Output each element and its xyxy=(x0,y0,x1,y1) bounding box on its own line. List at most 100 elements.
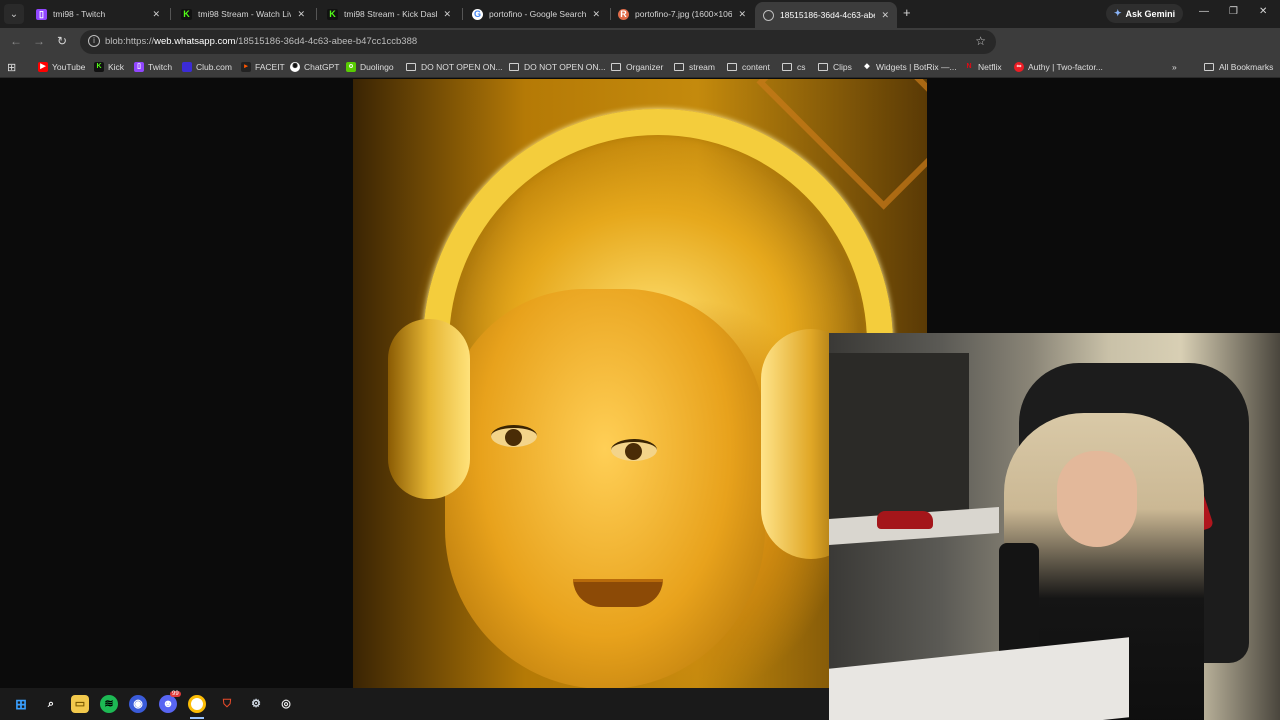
url-text: blob:https://web.whatsapp.com/18515186-3… xyxy=(105,36,417,47)
url-host: web.whatsapp.com xyxy=(154,36,236,47)
google-icon: G xyxy=(472,8,483,20)
browser-toolbar: ← → ↻ i blob:https://web.whatsapp.com/18… xyxy=(0,28,1280,76)
tab-divider xyxy=(462,8,463,20)
webcam-toy-car xyxy=(877,511,933,529)
ask-gemini-button[interactable]: ✦ Ask Gemini xyxy=(1106,4,1184,23)
bookmark-folder-clips[interactable]: Clips xyxy=(818,60,852,74)
address-bar[interactable]: i blob:https://web.whatsapp.com/18515186… xyxy=(80,30,996,54)
close-icon: ✕ xyxy=(1259,6,1268,17)
tab-twitch[interactable]: ▯ tmi98 - Twitch ✕ xyxy=(28,2,168,26)
bookmark-folder-organizer[interactable]: Organizer xyxy=(611,60,663,74)
bookmark-folder-2[interactable]: DO NOT OPEN ON... xyxy=(509,60,606,74)
kick-icon: K xyxy=(327,8,338,20)
back-button[interactable]: ← xyxy=(10,34,22,48)
bookmark-folder-content[interactable]: content xyxy=(727,60,770,74)
tab-title: tmi98 Stream - Watch Live o xyxy=(198,9,292,19)
tab-strip: ⌄ ▯ tmi98 - Twitch ✕ K tmi98 Stream - Wa… xyxy=(0,0,1280,28)
bookmark-folder-1[interactable]: DO NOT OPEN ON... xyxy=(406,60,503,74)
bookmark-label: Authy | Two-factor... xyxy=(1028,62,1103,72)
duolingo-icon: o xyxy=(346,62,356,72)
restore-button[interactable]: ❐ xyxy=(1229,6,1238,17)
tab-divider xyxy=(316,8,317,20)
close-icon[interactable]: ✕ xyxy=(592,9,600,20)
bookmarks-bar: ⊞ ▶ YouTube K Kick ▯ Twitch Club.com ▸ FACEI… xyxy=(0,56,1280,78)
folder-icon xyxy=(1204,63,1214,71)
tab-google-search[interactable]: G portofino - Google Search ✕ xyxy=(464,2,608,26)
tab-image[interactable]: R portofino-7.jpg (1600×1067 ✕ xyxy=(610,2,754,26)
windows-taskbar: ⊞ ⌕ ▭ ≋ ◉ ☻ 99 ⛉ ⚙ ◎ xyxy=(0,688,829,720)
bookmark-faceit[interactable]: ▸ FACEIT xyxy=(241,60,285,74)
mouth xyxy=(573,579,663,607)
twitch-icon: ▯ xyxy=(36,8,47,20)
webcam-shelf xyxy=(829,353,969,533)
close-icon[interactable]: ✕ xyxy=(443,9,451,20)
site-info-icon[interactable]: i xyxy=(88,35,100,47)
bookmark-chatgpt[interactable]: ✺ ChatGPT xyxy=(290,60,339,74)
tab-search-button[interactable]: ⌄ xyxy=(4,4,24,24)
chevron-down-icon: ⌄ xyxy=(9,8,19,20)
face xyxy=(445,289,765,688)
minimize-button[interactable]: — xyxy=(1199,6,1209,17)
url-prefix: blob:https:// xyxy=(105,36,155,47)
bookmark-label: Duolingo xyxy=(360,62,394,72)
app-icon[interactable]: ◉ xyxy=(129,695,147,713)
bookmarks-overflow-button[interactable]: » xyxy=(1172,60,1177,74)
bookmark-label: ChatGPT xyxy=(304,62,340,72)
file-explorer-icon[interactable]: ▭ xyxy=(71,695,89,713)
bookmark-youtube[interactable]: ▶ YouTube xyxy=(38,60,85,74)
windows-start-icon[interactable]: ⊞ xyxy=(12,695,30,713)
botrix-icon: ◆ xyxy=(864,63,870,70)
bookmark-botrix[interactable]: ◆ Widgets | BotRix —... xyxy=(862,60,956,74)
close-icon[interactable]: ✕ xyxy=(152,9,160,20)
bookmark-label: Clips xyxy=(833,62,852,72)
discord-icon[interactable]: ☻ xyxy=(159,695,177,713)
bookmark-label: DO NOT OPEN ON... xyxy=(421,62,503,72)
left-eye xyxy=(491,425,537,447)
spotify-icon[interactable]: ≋ xyxy=(100,695,118,713)
tab-title: portofino-7.jpg (1600×1067 xyxy=(635,9,733,19)
reload-button[interactable]: ↻ xyxy=(57,34,67,48)
bookmark-duolingo[interactable]: o Duolingo xyxy=(346,60,394,74)
bookmark-netflix[interactable]: N Netflix xyxy=(964,60,1002,74)
bookmark-kick[interactable]: K Kick xyxy=(94,60,124,74)
bookmark-twitch[interactable]: ▯ Twitch xyxy=(134,60,172,74)
kick-icon: K xyxy=(94,62,104,72)
bookmark-label: Netflix xyxy=(978,62,1002,72)
steam-icon[interactable]: ⚙ xyxy=(247,695,265,713)
folder-icon xyxy=(611,63,621,71)
tab-kick-watch[interactable]: K tmi98 Stream - Watch Live o ✕ xyxy=(173,2,313,26)
tab-kick-dashboard[interactable]: K tmi98 Stream - Kick Dashbo ✕ xyxy=(319,2,459,26)
authy-icon: ∞ xyxy=(1014,62,1024,72)
gemini-sparkle-icon: ✦ xyxy=(1114,8,1122,18)
close-icon[interactable]: ✕ xyxy=(738,9,746,20)
restore-icon: ❐ xyxy=(1229,6,1238,17)
close-icon[interactable]: ✕ xyxy=(297,9,305,20)
close-icon[interactable]: ✕ xyxy=(881,10,889,21)
bookmark-folder-stream[interactable]: stream xyxy=(674,60,715,74)
brave-icon[interactable]: ⛉ xyxy=(218,695,236,713)
close-window-button[interactable]: ✕ xyxy=(1259,6,1267,17)
bookmark-label: DO NOT OPEN ON... xyxy=(524,62,606,72)
minimize-icon: — xyxy=(1199,6,1209,17)
url-path: /18515186-36d4-4c63-abee-b47cc1ccb388 xyxy=(235,36,418,47)
apps-grid-icon[interactable]: ⊞ xyxy=(7,60,16,74)
headphones-left-cup xyxy=(388,319,470,499)
chrome-icon[interactable] xyxy=(188,695,206,713)
bookmark-star-icon[interactable]: ☆ xyxy=(975,34,986,48)
bookmark-club[interactable]: Club.com xyxy=(182,60,232,74)
all-bookmarks-button[interactable]: All Bookmarks xyxy=(1204,60,1273,74)
bookmark-label: YouTube xyxy=(52,62,86,72)
right-eye xyxy=(611,439,657,461)
search-icon[interactable]: ⌕ xyxy=(42,695,60,713)
bookmark-folder-cs[interactable]: cs xyxy=(782,60,806,74)
chevron-double-right-icon: » xyxy=(1172,62,1177,72)
twitch-icon: ▯ xyxy=(134,62,144,72)
forward-button[interactable]: → xyxy=(33,34,45,48)
webcam-table xyxy=(829,637,1129,720)
bookmark-authy[interactable]: ∞ Authy | Two-factor... xyxy=(1014,60,1103,74)
tab-whatsapp-blob[interactable]: 18515186-36d4-4c63-abee ✕ xyxy=(755,2,897,28)
obs-icon[interactable]: ◎ xyxy=(277,695,295,713)
new-tab-button[interactable]: + xyxy=(903,5,911,20)
discord-badge: 99 xyxy=(170,691,181,697)
bookmark-label: cs xyxy=(797,62,806,72)
